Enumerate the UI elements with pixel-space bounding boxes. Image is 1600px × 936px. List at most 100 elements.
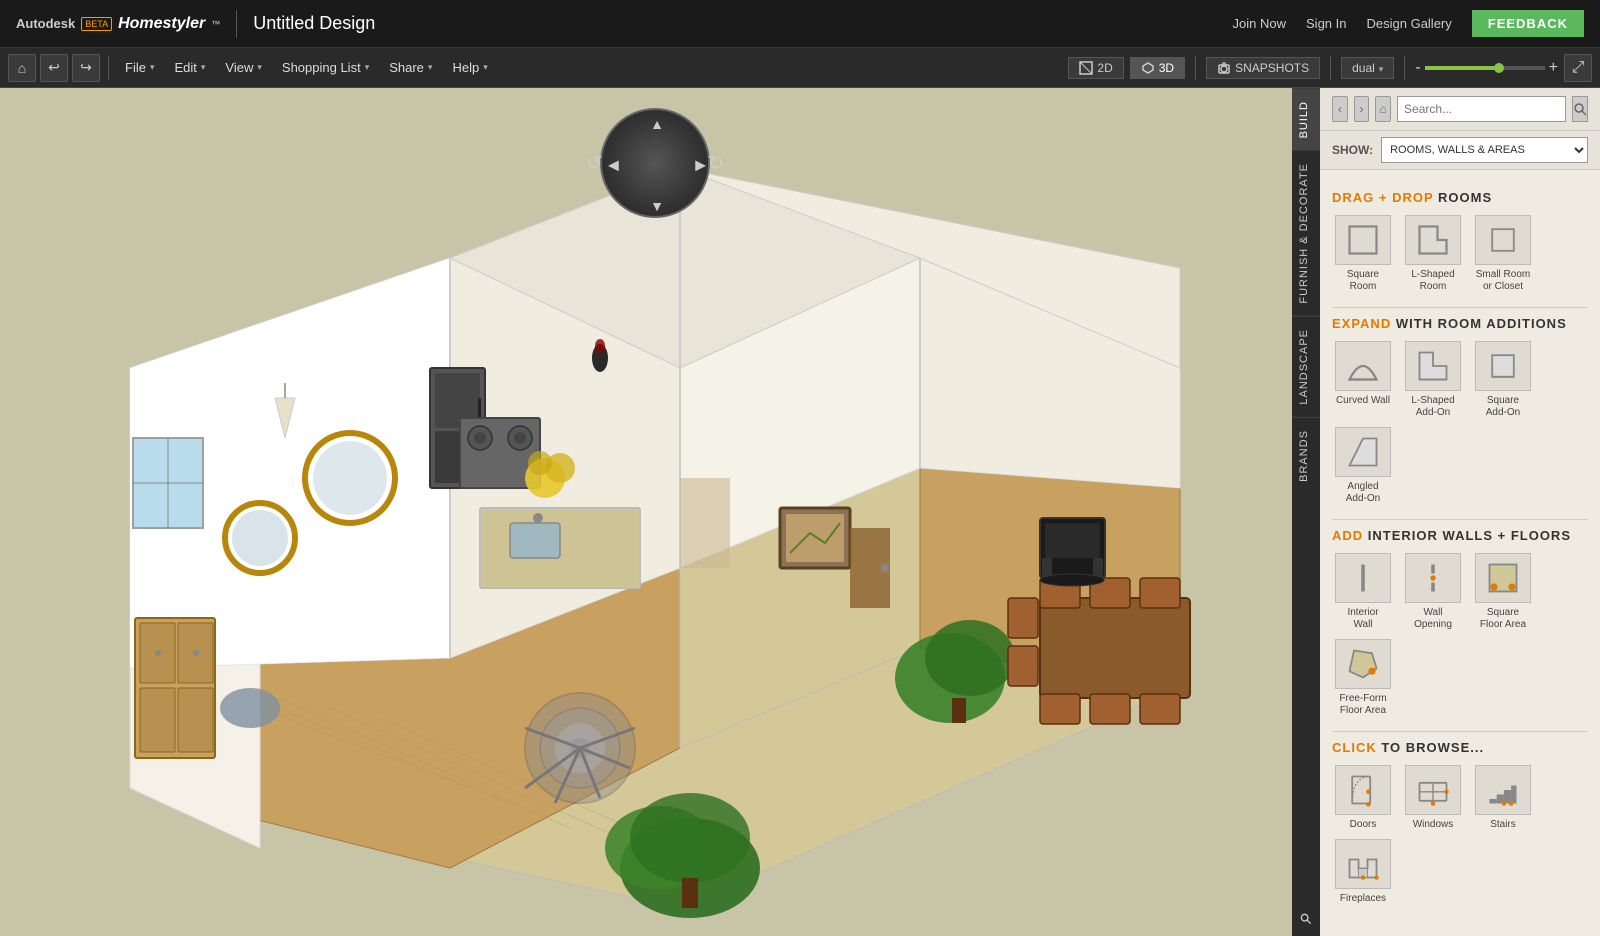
- logo-homestyler: Homestyler: [118, 15, 205, 33]
- view-3d-button[interactable]: 3D: [1130, 57, 1185, 79]
- doors-item[interactable]: Doors: [1332, 765, 1394, 831]
- zoom-in-button[interactable]: +: [1549, 59, 1558, 77]
- dual-button[interactable]: dual▾: [1341, 57, 1394, 79]
- top-right-links: Join Now Sign In Design Gallery FEEDBACK: [1233, 10, 1584, 37]
- panel-home-button[interactable]: ⌂: [1375, 96, 1391, 122]
- windows-item[interactable]: Windows: [1402, 765, 1464, 831]
- project-title: Untitled Design: [253, 13, 375, 34]
- angled-addon-icon: [1335, 427, 1391, 477]
- home-button[interactable]: ⌂: [8, 54, 36, 82]
- edit-menu[interactable]: Edit▾: [166, 56, 213, 79]
- section-divider-1: [1332, 307, 1588, 308]
- square-floor-item[interactable]: SquareFloor Area: [1472, 553, 1534, 631]
- small-room-label: Small Roomor Closet: [1476, 269, 1530, 293]
- home-icon: ⌂: [18, 60, 26, 76]
- view-2d-button[interactable]: 2D: [1068, 57, 1123, 79]
- fireplaces-item[interactable]: Fireplaces: [1332, 839, 1394, 905]
- top-bar: Autodesk BETA Homestyler ™ Untitled Desi…: [0, 0, 1600, 48]
- help-menu[interactable]: Help▾: [444, 56, 495, 79]
- section-divider-2: [1332, 519, 1588, 520]
- toolbar: ⌂ ↩ ↪ File▾ Edit▾ View▾ Shopping List▾ S…: [0, 48, 1600, 88]
- panel-search-input[interactable]: [1397, 96, 1566, 122]
- logo-divider: [236, 10, 237, 38]
- nav-ring: ▲ ▼ ◀ ▶ ↺ ↻: [600, 108, 710, 218]
- sign-in-link[interactable]: Sign In: [1306, 16, 1346, 31]
- square-room-item[interactable]: SquareRoom: [1332, 215, 1394, 293]
- search-icon: [1573, 102, 1587, 116]
- snapshots-button[interactable]: SNAPSHOTS: [1206, 57, 1320, 79]
- browse-grid: Doors Windows: [1332, 765, 1588, 905]
- small-room-item[interactable]: Small Roomor Closet: [1472, 215, 1534, 293]
- l-shaped-room-icon: [1405, 215, 1461, 265]
- drag-rooms-header: DRAG + DROP ROOMS: [1332, 190, 1588, 205]
- rotate-right-button[interactable]: ↻: [707, 151, 724, 176]
- interior-walls-grid: InteriorWall WallOpening: [1332, 553, 1588, 717]
- toolbar-divider-1: [108, 56, 109, 80]
- tab-landscape[interactable]: LANDSCAPE: [1292, 316, 1320, 417]
- square-addon-item[interactable]: SquareAdd-On: [1472, 341, 1534, 419]
- doors-icon: [1335, 765, 1391, 815]
- section-divider-3: [1332, 731, 1588, 732]
- nav-up-button[interactable]: ▲: [650, 116, 664, 132]
- logo-trademark: ™: [211, 19, 220, 29]
- curved-wall-label: Curved Wall: [1336, 395, 1390, 407]
- panel-nav: ‹ › ⌂: [1320, 88, 1600, 131]
- nav-down-button[interactable]: ▼: [650, 198, 664, 214]
- nav-left-button[interactable]: ◀: [608, 157, 619, 174]
- wall-opening-item[interactable]: WallOpening: [1402, 553, 1464, 631]
- zoom-out-button[interactable]: -: [1415, 59, 1420, 77]
- tab-brands[interactable]: BRANDS: [1292, 417, 1320, 494]
- panel-forward-button[interactable]: ›: [1354, 96, 1370, 122]
- right-panel: ‹ › ⌂ SHOW: ROOMS, WALLS & AREAS FLOORS …: [1320, 88, 1600, 936]
- undo-icon: ↩: [48, 59, 60, 76]
- windows-label: Windows: [1413, 819, 1454, 831]
- expand-rooms-header: EXPAND WITH ROOM ADDITIONS: [1332, 316, 1588, 331]
- join-now-link[interactable]: Join Now: [1233, 16, 1286, 31]
- curved-wall-icon: [1335, 341, 1391, 391]
- side-tabs: BUILD FURNISH & DECORATE LANDSCAPE BRAND…: [1292, 88, 1320, 936]
- interior-wall-icon: [1335, 553, 1391, 603]
- angled-addon-item[interactable]: AngledAdd-On: [1332, 427, 1394, 505]
- panel-back-button[interactable]: ‹: [1332, 96, 1348, 122]
- stairs-item[interactable]: Stairs: [1472, 765, 1534, 831]
- l-shaped-addon-label: L-ShapedAdd-On: [1411, 395, 1454, 419]
- feedback-button[interactable]: FEEDBACK: [1472, 10, 1584, 37]
- curved-wall-item[interactable]: Curved Wall: [1332, 341, 1394, 419]
- zoom-bar: - +: [1415, 59, 1558, 77]
- search-icon[interactable]: [1300, 910, 1312, 928]
- show-row: SHOW: ROOMS, WALLS & AREAS FLOORS ONLY W…: [1320, 131, 1600, 170]
- main-content: ▲ ▼ ◀ ▶ ↺ ↻ BUILD FURNISH & DECORATE LAN…: [0, 88, 1600, 936]
- wall-opening-label: WallOpening: [1414, 607, 1452, 631]
- freeform-floor-item[interactable]: Free-FormFloor Area: [1332, 639, 1394, 717]
- tab-build[interactable]: BUILD: [1292, 88, 1320, 150]
- viewport[interactable]: ▲ ▼ ◀ ▶ ↺ ↻: [0, 88, 1320, 936]
- browse-header: CLICK TO BROWSE...: [1332, 740, 1588, 755]
- undo-button[interactable]: ↩: [40, 54, 68, 82]
- square-floor-label: SquareFloor Area: [1480, 607, 1526, 631]
- redo-button[interactable]: ↪: [72, 54, 100, 82]
- rotate-left-button[interactable]: ↺: [586, 151, 603, 176]
- file-menu[interactable]: File▾: [117, 56, 162, 79]
- view-menu[interactable]: View▾: [217, 56, 269, 79]
- logo-beta: BETA: [81, 17, 112, 31]
- interior-wall-label: InteriorWall: [1347, 607, 1378, 631]
- l-shaped-addon-item[interactable]: L-ShapedAdd-On: [1402, 341, 1464, 419]
- show-dropdown[interactable]: ROOMS, WALLS & AREAS FLOORS ONLY WALLS O…: [1381, 137, 1588, 163]
- zoom-slider[interactable]: [1425, 66, 1545, 70]
- interior-wall-item[interactable]: InteriorWall: [1332, 553, 1394, 631]
- l-shaped-room-item[interactable]: L-ShapedRoom: [1402, 215, 1464, 293]
- shopping-list-menu[interactable]: Shopping List▾: [274, 56, 377, 79]
- toolbar-divider-4: [1404, 56, 1405, 80]
- drag-rooms-grid: SquareRoom L-ShapedRoom Small Roomor Clo…: [1332, 215, 1588, 293]
- share-menu[interactable]: Share▾: [381, 56, 440, 79]
- expand-button[interactable]: ⤢: [1564, 54, 1592, 82]
- nav-right-button[interactable]: ▶: [695, 157, 706, 174]
- fireplaces-label: Fireplaces: [1340, 893, 1386, 905]
- panel-search-button[interactable]: [1572, 96, 1588, 122]
- tab-furnish[interactable]: FURNISH & DECORATE: [1292, 150, 1320, 316]
- design-gallery-link[interactable]: Design Gallery: [1367, 16, 1452, 31]
- show-label: SHOW:: [1332, 143, 1373, 157]
- toolbar-divider-3: [1330, 56, 1331, 80]
- panel-content: DRAG + DROP ROOMS SquareRoom L-ShapedRoo…: [1320, 170, 1600, 936]
- angled-addon-label: AngledAdd-On: [1346, 481, 1380, 505]
